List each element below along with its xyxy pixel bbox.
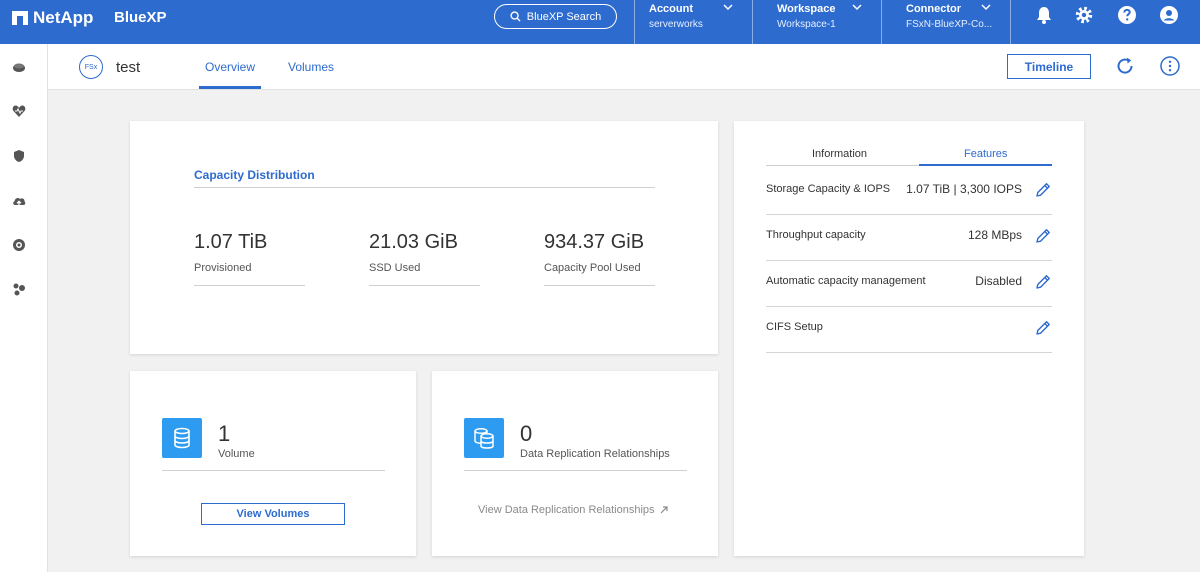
- metric-label: Capacity Pool Used: [544, 262, 641, 274]
- divider: [1010, 0, 1011, 44]
- metric-capacity-pool-used: 934.37 GiB Capacity Pool Used: [544, 231, 655, 286]
- feature-value: 128 MBps: [967, 228, 1022, 242]
- divider: [464, 470, 687, 471]
- metric-label: SSD Used: [369, 262, 421, 274]
- search-icon: [510, 11, 521, 22]
- capacity-title: Capacity Distribution: [194, 168, 315, 182]
- connector-selector[interactable]: Connector FSxN-BlueXP-Co...: [906, 3, 998, 41]
- user-icon[interactable]: [1159, 5, 1179, 25]
- edit-icon[interactable]: [1034, 273, 1052, 291]
- health-icon[interactable]: [12, 104, 26, 118]
- volume-icon-tile: [162, 418, 202, 458]
- governance-icon[interactable]: [12, 238, 26, 252]
- refresh-icon[interactable]: [1115, 56, 1135, 76]
- divider: [162, 470, 385, 471]
- account-value: serverworks: [649, 19, 703, 30]
- workspace-value: Workspace-1: [777, 19, 836, 30]
- metric-label: Provisioned: [194, 262, 252, 274]
- metric-provisioned: 1.07 TiB Provisioned: [194, 231, 305, 286]
- working-environment-header: FSx test Overview Volumes Timeline: [48, 44, 1200, 90]
- feature-row-cifs-setup: CIFS Setup: [766, 307, 1052, 353]
- top-bar: NetApp BlueXP BlueXP Search Account serv…: [0, 0, 1200, 44]
- replication-icon-tile: [464, 418, 504, 458]
- feature-value: 1.07 TiB | 3,300 IOPS: [906, 182, 1022, 196]
- metric-ssd-used: 21.03 GiB SSD Used: [369, 231, 480, 286]
- replication-count-label: Data Replication Relationships: [520, 448, 670, 460]
- bell-icon[interactable]: [1034, 5, 1054, 25]
- tab-information[interactable]: Information: [812, 148, 867, 160]
- metric-value: 934.37 GiB: [544, 231, 645, 253]
- chevron-down-icon: [852, 4, 862, 11]
- feature-key: Storage Capacity & IOPS: [766, 183, 891, 195]
- tab-volumes[interactable]: Volumes: [288, 60, 334, 74]
- divider: [194, 187, 655, 188]
- help-icon[interactable]: [1117, 5, 1137, 25]
- feature-key: Automatic capacity management: [766, 275, 926, 287]
- account-selector[interactable]: Account serverworks: [649, 3, 739, 41]
- timeline-button[interactable]: Timeline: [1007, 54, 1091, 79]
- replication-icon: [474, 428, 494, 449]
- feature-row-throughput: Throughput capacity 128 MBps: [766, 215, 1052, 261]
- edit-icon[interactable]: [1034, 227, 1052, 245]
- view-replication-label: View Data Replication Relationships: [478, 504, 655, 516]
- database-icon: [174, 427, 190, 449]
- volumes-card: 1 Volume View Volumes: [130, 371, 416, 556]
- tab-active-indicator: [919, 164, 1052, 166]
- chevron-down-icon: [723, 4, 733, 11]
- cloud-upload-icon[interactable]: [12, 194, 26, 208]
- external-link-icon: [660, 506, 668, 514]
- chevron-down-icon: [981, 4, 991, 11]
- edit-icon[interactable]: [1034, 319, 1052, 337]
- netapp-logo[interactable]: NetApp: [12, 8, 93, 28]
- search-label: BlueXP Search: [526, 10, 602, 23]
- product-name: BlueXP: [114, 9, 167, 26]
- storage-icon[interactable]: [12, 60, 26, 74]
- gear-icon[interactable]: [1074, 5, 1094, 25]
- working-environment-name: test: [116, 59, 141, 76]
- shield-icon[interactable]: [12, 149, 26, 163]
- workspace-selector[interactable]: Workspace Workspace-1: [777, 3, 869, 41]
- divider: [634, 0, 635, 44]
- fsx-icon: FSx: [79, 55, 103, 79]
- capacity-distribution-card: Capacity Distribution 1.07 TiB Provision…: [130, 121, 718, 354]
- netapp-logo-icon: [12, 11, 28, 25]
- edit-icon[interactable]: [1034, 181, 1052, 199]
- metric-value: 21.03 GiB: [369, 231, 458, 253]
- features-card: Information Features Storage Capacity & …: [734, 121, 1084, 556]
- divider: [544, 285, 655, 286]
- nodes-icon[interactable]: [12, 282, 26, 296]
- left-navigation: [0, 44, 48, 572]
- view-volumes-button[interactable]: View Volumes: [201, 503, 345, 525]
- volume-count-label: Volume: [218, 448, 255, 460]
- feature-row-storage-capacity: Storage Capacity & IOPS 1.07 TiB | 3,300…: [766, 169, 1052, 215]
- bluexp-search-button[interactable]: BlueXP Search: [494, 4, 617, 29]
- divider: [194, 285, 305, 286]
- volume-count: 1: [218, 421, 231, 446]
- divider: [752, 0, 753, 44]
- replication-count: 0: [520, 421, 533, 446]
- tab-features[interactable]: Features: [964, 148, 1007, 160]
- view-replication-link[interactable]: View Data Replication Relationships: [478, 504, 668, 516]
- feature-row-auto-capacity: Automatic capacity management Disabled: [766, 261, 1052, 307]
- tab-overview[interactable]: Overview: [198, 60, 262, 89]
- feature-value: Disabled: [975, 274, 1022, 288]
- divider: [881, 0, 882, 44]
- connector-value: FSxN-BlueXP-Co...: [906, 19, 993, 30]
- divider: [369, 285, 480, 286]
- more-vertical-icon[interactable]: [1160, 56, 1180, 76]
- feature-key: CIFS Setup: [766, 321, 823, 333]
- brand-name: NetApp: [33, 8, 94, 27]
- metric-value: 1.07 TiB: [194, 231, 268, 253]
- replication-card: 0 Data Replication Relationships View Da…: [432, 371, 718, 556]
- feature-key: Throughput capacity: [766, 229, 866, 241]
